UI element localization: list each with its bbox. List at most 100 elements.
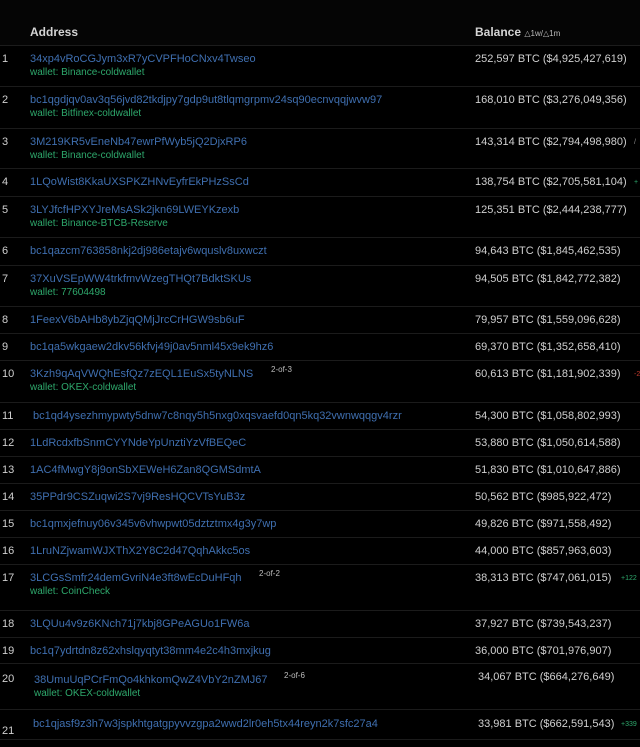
rank-number: 20 <box>2 673 15 685</box>
address-link[interactable]: 1LdRcdxfbSnmCYYNdeYpUnztiYzVfBEQeC <box>30 437 246 449</box>
balance-value: 168,010 BTC ($3,276,049,356) <box>475 94 627 106</box>
address-link[interactable]: bc1qmxjefnuy06v345v6vhwpwt05dztztmx4g3y7… <box>30 518 276 530</box>
table-row: 17 3LCGsSmfr24demGvriN4e3ft8wEcDuHFqh 2-of… <box>0 564 640 611</box>
table-row: 15 bc1qmxjefnuy06v345v6vhwpwt05dztztmx4g3… <box>0 510 640 538</box>
balance-value: 138,754 BTC ($2,705,581,104) <box>475 176 627 188</box>
rank-number: 17 <box>2 572 15 584</box>
address-link[interactable]: bc1qjasf9z3h7w3jspkhtgatgpyvvzgpa2wwd2lr… <box>33 718 378 730</box>
address-link[interactable]: 34xp4vRoCGJym3xR7yCVPFHoCNxv4Twseo <box>30 53 256 65</box>
balance-value: 143,314 BTC ($2,794,498,980) <box>475 136 627 148</box>
balance-value: 34,067 BTC ($664,276,649) <box>478 671 615 683</box>
table-row: 9 bc1qa5wkgaew2dkv56kfvj49j0av5nml45x9ek9… <box>0 333 640 361</box>
balance-value: 53,880 BTC ($1,050,614,588) <box>475 437 621 449</box>
balance-value: 94,505 BTC ($1,842,772,382) <box>475 273 621 285</box>
wallet-label: wallet: OKEX-coldwallet <box>30 382 137 393</box>
table-row: 6 bc1qazcm763858nkj2dj986etajv6wquslv8uxw… <box>0 237 640 266</box>
address-link[interactable]: 1FeexV6bAHb8ybZjqQMjJrcCrHGW9sb6uF <box>30 314 245 326</box>
address-link[interactable]: 38UmuUqPCrFmQo4khkomQwZ4VbY2nZMJ67 <box>34 674 268 686</box>
wallet-label: wallet: 77604498 <box>30 287 106 298</box>
balance-value: 60,613 BTC ($1,181,902,339) <box>475 368 621 380</box>
table-row: 7 37XuVSEpWW4trkfmvWzegTHQt7BdktSKUs walle… <box>0 265 640 307</box>
address-link[interactable]: bc1q7ydrtdn8z62xhslqyqtyt38mm4e2c4h3mxjk… <box>30 645 271 657</box>
balance-column-header[interactable]: Balance △1w/△1m <box>475 25 560 39</box>
wallet-label: wallet: OKEX-coldwallet <box>34 688 141 699</box>
address-link[interactable]: bc1qazcm763858nkj2dj986etajv6wquslv8uxwc… <box>30 245 267 257</box>
address-link[interactable]: 1LQoWist8KkaUXSPKZHNvEyfrEkPHzSsCd <box>30 176 249 188</box>
address-link[interactable]: 37XuVSEpWW4trkfmvWzegTHQt7BdktSKUs <box>30 273 251 285</box>
rank-number: 13 <box>2 464 15 476</box>
table-row: 1 34xp4vRoCGJym3xR7yCVPFHoCNxv4Twseo walle… <box>0 45 640 87</box>
balance-value: 38,313 BTC ($747,061,015) <box>475 572 612 584</box>
rank-number: 9 <box>2 341 9 353</box>
address-link[interactable]: 3LQUu4v9z6KNch71j7kbj8GPeAGUo1FW6a <box>30 618 250 630</box>
table-row: 4 1LQoWist8KkaUXSPKZHNvEyfrEkPHzSsCd 138,7… <box>0 168 640 197</box>
balance-value: 69,370 BTC ($1,352,658,410) <box>475 341 621 353</box>
rank-number: 15 <box>2 518 15 530</box>
balance-change: + <box>634 179 639 186</box>
balance-value: 54,300 BTC ($1,058,802,993) <box>475 410 621 422</box>
address-column-header[interactable]: Address <box>30 25 78 39</box>
balance-value: 79,957 BTC ($1,559,096,628) <box>475 314 621 326</box>
table-row: 13 1AC4fMwgY8j9onSbXEWeH6Zan8QGMSdmtA 51,8… <box>0 456 640 484</box>
table-row: 2 bc1qgdjqv0av3q56jvd82tkdjpy7gdp9ut8tlqm… <box>0 86 640 129</box>
table-row: 12 1LdRcdxfbSnmCYYNdeYpUnztiYzVfBEQeC 53,8… <box>0 429 640 457</box>
rank-number: 1 <box>2 53 9 65</box>
balance-value: 49,826 BTC ($971,558,492) <box>475 518 612 530</box>
balance-value: 252,597 BTC ($4,925,427,619) <box>475 53 627 65</box>
balance-change: +339 <box>621 721 637 728</box>
address-link[interactable]: 3LYJfcfHPXYJreMsASk2jkn69LWEYKzexb <box>30 204 239 216</box>
balance-value: 33,981 BTC ($662,591,543) <box>478 718 615 730</box>
balance-value: 50,562 BTC ($985,922,472) <box>475 491 612 503</box>
balance-value: 51,830 BTC ($1,010,647,886) <box>475 464 621 476</box>
rank-number: 2 <box>2 94 9 106</box>
rank-number: 14 <box>2 491 15 503</box>
wallet-label: wallet: Bitfinex-coldwallet <box>30 108 142 119</box>
wallet-label: wallet: CoinCheck <box>30 586 111 597</box>
table-row: 11 bc1qd4ysezhmypwty5dnw7c8nqy5h5nxg0xqsv… <box>0 402 640 430</box>
balance-change-sublabel: △1w/△1m <box>524 29 561 38</box>
table-row: 20 38UmuUqPCrFmQo4khkomQwZ4VbY2nZMJ67 2-of… <box>0 663 640 710</box>
address-link[interactable]: bc1qd4ysezhmypwty5dnw7c8nqy5h5nxg0xqsvae… <box>33 410 402 422</box>
balance-change: / <box>634 139 636 146</box>
rank-number: 16 <box>2 545 15 557</box>
table-row: 5 3LYJfcfHPXYJreMsASk2jkn69LWEYKzexb walle… <box>0 196 640 238</box>
balance-value: 125,351 BTC ($2,444,238,777) <box>475 204 627 216</box>
table-row: 3 3M219KR5vEneNb47ewrPfWyb5jQ2DjxRP6 walle… <box>0 128 640 169</box>
table-row: 19 bc1q7ydrtdn8z62xhslqyqtyt38mm4e2c4h3mx… <box>0 637 640 664</box>
table-row: 10 3Kzh9qAqVWQhEsfQz7zEQL1EuSx5tyNLNS 2-of… <box>0 360 640 403</box>
rank-number: 5 <box>2 204 9 216</box>
rank-number: 18 <box>2 618 15 630</box>
balance-value: 36,000 BTC ($701,976,907) <box>475 645 612 657</box>
rank-number: 4 <box>2 176 9 188</box>
address-link[interactable]: 3LCGsSmfr24demGvriN4e3ft8wEcDuHFqh <box>30 572 242 584</box>
address-link[interactable]: bc1qgdjqv0av3q56jvd82tkdjpy7gdp9ut8tlqmg… <box>30 94 382 106</box>
balance-header-label: Balance <box>475 25 522 39</box>
wallet-label: wallet: Binance-coldwallet <box>30 67 145 78</box>
address-link[interactable]: 1AC4fMwgY8j9onSbXEWeH6Zan8QGMSdmtA <box>30 464 261 476</box>
rank-number: 3 <box>2 136 9 148</box>
rank-number: 19 <box>2 645 15 657</box>
address-link[interactable]: 1LruNZjwamWJXThX2Y8C2d47QqhAkkc5os <box>30 545 250 557</box>
address-link[interactable]: 35PPdr9CSZuqwi2S7vj9ResHQCVTsYuB3z <box>30 491 245 503</box>
balance-change: -23 <box>634 371 640 378</box>
rank-number: 8 <box>2 314 9 326</box>
multisig-label: 2-of-2 <box>259 569 280 578</box>
address-link[interactable]: 3Kzh9qAqVWQhEsfQz7zEQL1EuSx5tyNLNS <box>30 368 253 380</box>
table-row: 14 35PPdr9CSZuqwi2S7vj9ResHQCVTsYuB3z 50,5… <box>0 483 640 511</box>
table-row: 21 bc1qjasf9z3h7w3jspkhtgatgpyvvzgpa2wwd2… <box>0 709 640 740</box>
rank-number: 7 <box>2 273 9 285</box>
table-header: Address Balance △1w/△1m <box>0 0 640 46</box>
balance-value: 37,927 BTC ($739,543,237) <box>475 618 612 630</box>
table-row: 18 3LQUu4v9z6KNch71j7kbj8GPeAGUo1FW6a 37,9… <box>0 610 640 638</box>
address-link[interactable]: bc1qa5wkgaew2dkv56kfvj49j0av5nml45x9ek9h… <box>30 341 273 353</box>
table-row: 8 1FeexV6bAHb8ybZjqQMjJrcCrHGW9sb6uF 79,95… <box>0 306 640 334</box>
rank-number: 11 <box>2 410 14 422</box>
multisig-label: 2-of-3 <box>271 365 292 374</box>
wallet-label: wallet: Binance-coldwallet <box>30 150 145 161</box>
rank-number: 12 <box>2 437 15 449</box>
wallet-label: wallet: Binance-BTCB-Reserve <box>30 218 168 229</box>
address-link[interactable]: 3M219KR5vEneNb47ewrPfWyb5jQ2DjxRP6 <box>30 136 247 148</box>
table-row: 16 1LruNZjwamWJXThX2Y8C2d47QqhAkkc5os 44,0… <box>0 537 640 565</box>
balance-value: 94,643 BTC ($1,845,462,535) <box>475 245 621 257</box>
rank-number: 21 <box>2 725 15 737</box>
